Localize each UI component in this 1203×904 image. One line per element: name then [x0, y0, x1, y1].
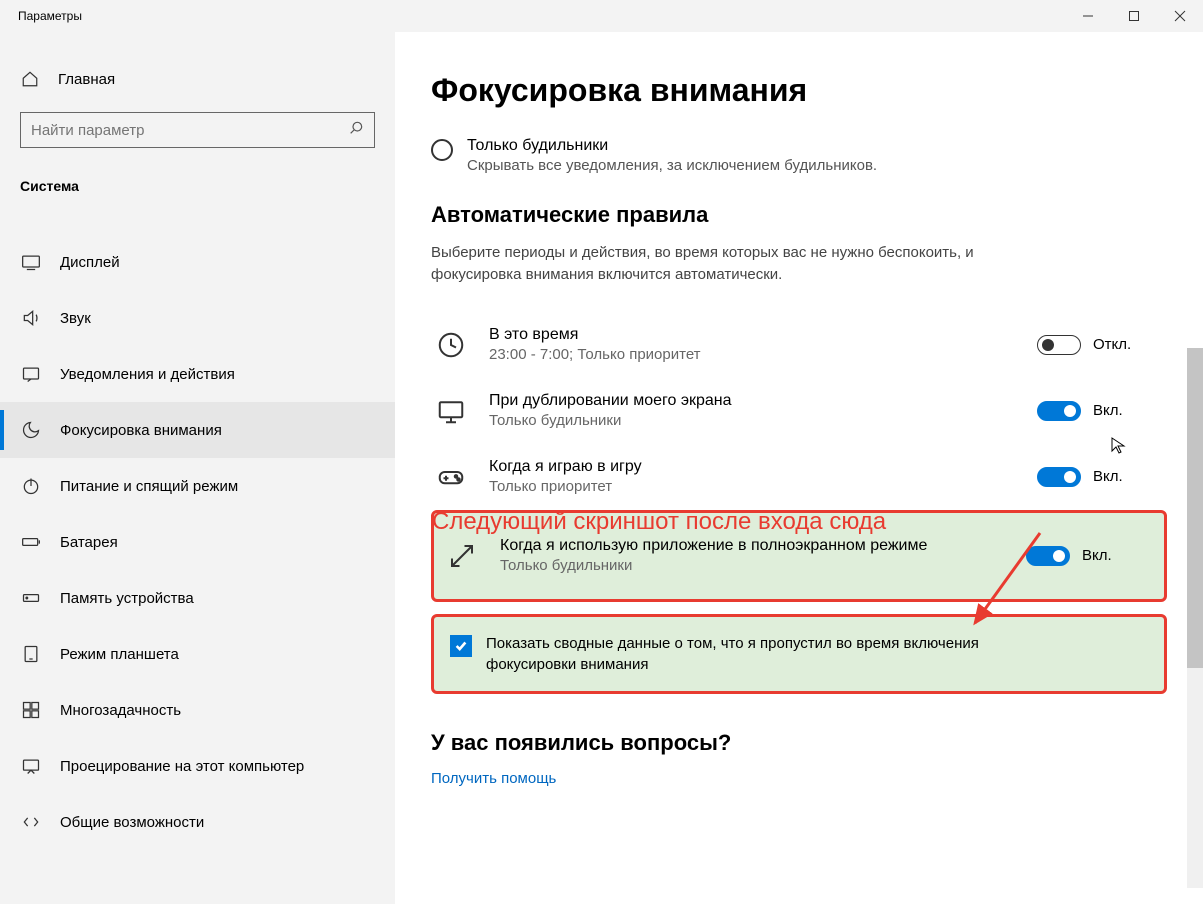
search-input[interactable]	[31, 122, 348, 139]
rule-sub: 23:00 - 7:00; Только приоритет	[489, 346, 1019, 363]
toggle-state: Вкл.	[1093, 402, 1123, 419]
rules-heading: Автоматические правила	[431, 202, 1167, 228]
power-icon	[20, 476, 42, 496]
sidebar-item-projecting[interactable]: Проецирование на этот компьютер	[0, 738, 395, 794]
sidebar-item-power[interactable]: Питание и спящий режим	[0, 458, 395, 514]
sidebar-item-label: Звук	[60, 310, 91, 327]
radio-title: Только будильники	[467, 137, 877, 155]
sidebar-item-tablet[interactable]: Режим планшета	[0, 626, 395, 682]
window-titlebar: Параметры	[0, 0, 1203, 32]
rule-title: В это время	[489, 326, 1019, 344]
toggle-playing-game[interactable]	[1037, 467, 1081, 487]
page-title: Фокусировка внимания	[431, 72, 1167, 109]
questions-heading: У вас появились вопросы?	[431, 730, 1167, 756]
toggle-state: Вкл.	[1093, 468, 1123, 485]
rule-duplicating-display[interactable]: При дублировании моего экрана Только буд…	[431, 378, 1167, 444]
highlight-fullscreen-rule: Когда я использую приложение в полноэкра…	[431, 510, 1167, 602]
highlight-summary-checkbox: Показать сводные данные о том, что я про…	[431, 614, 1167, 694]
projecting-icon	[20, 756, 42, 776]
sidebar-item-label: Дисплей	[60, 254, 120, 271]
notifications-icon	[20, 364, 42, 384]
sidebar-item-label: Многозадачность	[60, 702, 181, 719]
sidebar-item-sound[interactable]: Звук	[0, 290, 395, 346]
fullscreen-icon	[442, 541, 482, 571]
get-help-link[interactable]: Получить помощь	[431, 770, 556, 787]
sidebar-item-multitasking[interactable]: Многозадачность	[0, 682, 395, 738]
toggle-during-times[interactable]	[1037, 335, 1081, 355]
summary-checkbox-row[interactable]: Показать сводные данные о том, что я про…	[442, 627, 1156, 681]
sound-icon	[20, 308, 42, 328]
sidebar-item-label: Фокусировка внимания	[60, 422, 222, 439]
search-icon	[348, 120, 364, 140]
storage-icon	[20, 588, 42, 608]
radio-icon	[431, 139, 453, 161]
rule-during-these-times[interactable]: В это время 23:00 - 7:00; Только приорит…	[431, 312, 1167, 378]
toggle-state: Откл.	[1093, 336, 1131, 353]
sidebar-nav: Дисплей Звук Уведомления и действия Фоку…	[0, 234, 395, 850]
display-icon	[20, 252, 42, 272]
multitasking-icon	[20, 700, 42, 720]
main-content: Фокусировка внимания Только будильники С…	[395, 32, 1203, 904]
sidebar-item-label: Режим планшета	[60, 646, 179, 663]
minimize-button[interactable]	[1065, 0, 1111, 32]
checkbox-checked-icon	[450, 635, 472, 657]
sidebar: Главная Система Дисплей Звук Уведомления…	[0, 32, 395, 904]
gamepad-icon	[431, 462, 471, 492]
scrollbar-thumb[interactable]	[1187, 348, 1203, 668]
tablet-icon	[20, 644, 42, 664]
radio-desc: Скрывать все уведомления, за исключением…	[467, 157, 877, 174]
sidebar-item-label: Проецирование на этот компьютер	[60, 758, 304, 775]
toggle-duplicating-display[interactable]	[1037, 401, 1081, 421]
moon-icon	[20, 420, 42, 440]
sidebar-item-storage[interactable]: Память устройства	[0, 570, 395, 626]
maximize-button[interactable]	[1111, 0, 1157, 32]
sidebar-item-label: Питание и спящий режим	[60, 478, 238, 495]
rules-desc: Выберите периоды и действия, во время ко…	[431, 242, 991, 286]
shared-icon	[20, 812, 42, 832]
rule-playing-game[interactable]: Когда я играю в игру Только приоритет Вк…	[431, 444, 1167, 510]
sidebar-item-focus-assist[interactable]: Фокусировка внимания	[0, 402, 395, 458]
rule-title: Когда я играю в игру	[489, 458, 1019, 476]
sidebar-item-notifications[interactable]: Уведомления и действия	[0, 346, 395, 402]
radio-alarms-only[interactable]: Только будильники Скрывать все уведомлен…	[431, 137, 1167, 174]
home-icon	[20, 70, 40, 88]
rule-title: Когда я использую приложение в полноэкра…	[500, 537, 1008, 555]
home-label: Главная	[58, 71, 115, 88]
monitor-icon	[431, 396, 471, 426]
window-title: Параметры	[18, 9, 1065, 23]
search-box[interactable]	[20, 112, 375, 148]
home-nav-item[interactable]: Главная	[0, 60, 395, 98]
rule-fullscreen-app[interactable]: Когда я использую приложение в полноэкра…	[442, 523, 1156, 589]
sidebar-item-label: Уведомления и действия	[60, 366, 235, 383]
sidebar-item-label: Память устройства	[60, 590, 194, 607]
sidebar-item-display[interactable]: Дисплей	[0, 234, 395, 290]
rule-title: При дублировании моего экрана	[489, 392, 1019, 410]
clock-icon	[431, 330, 471, 360]
rule-sub: Только будильники	[489, 412, 1019, 429]
rule-sub: Только будильники	[500, 557, 1008, 574]
sidebar-item-battery[interactable]: Батарея	[0, 514, 395, 570]
window-controls	[1065, 0, 1203, 32]
sidebar-item-shared[interactable]: Общие возможности	[0, 794, 395, 850]
toggle-state: Вкл.	[1082, 547, 1112, 564]
battery-icon	[20, 532, 42, 552]
sidebar-item-label: Общие возможности	[60, 814, 204, 831]
rule-sub: Только приоритет	[489, 478, 1019, 495]
checkbox-label: Показать сводные данные о том, что я про…	[486, 633, 1006, 675]
category-label: Система	[0, 166, 395, 206]
close-button[interactable]	[1157, 0, 1203, 32]
toggle-fullscreen-app[interactable]	[1026, 546, 1070, 566]
sidebar-item-label: Батарея	[60, 534, 118, 551]
